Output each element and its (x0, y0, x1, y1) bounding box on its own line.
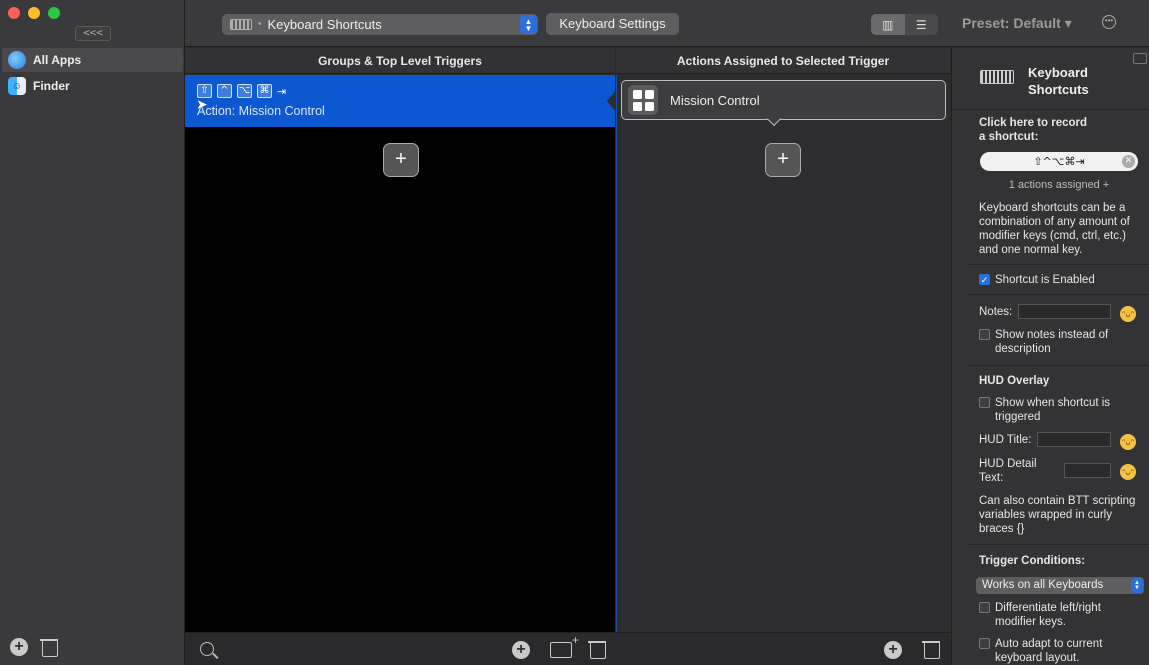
record-prompt: Click here to record a shortcut: (979, 117, 1088, 143)
minimize-window-button[interactable] (28, 7, 40, 19)
auto-adapt-layout-label: Auto adapt to current keyboard layout. (995, 638, 1103, 664)
actions-list: Mission Control + (616, 75, 950, 632)
triggers-list: ⇧ ^ ⌥ ⌘ ⇥ Action: Mission Control ➤ + (185, 75, 616, 632)
keyboard-settings-button[interactable]: Keyboard Settings (546, 13, 679, 35)
trigger-description: Action: Mission Control (197, 104, 325, 118)
sidebar-item-label: All Apps (33, 53, 82, 67)
add-folder-icon[interactable] (550, 633, 579, 658)
hud-section-title: HUD Overlay (979, 375, 1050, 387)
globe-icon (8, 51, 26, 69)
emoji-picker-icon[interactable]: ᵔᴗᵔ (1120, 306, 1136, 322)
triggers-column-header: Groups & Top Level Triggers (185, 48, 615, 74)
preset-menu[interactable]: Preset: Default ▾ (962, 15, 1072, 32)
add-action-button[interactable]: + (765, 143, 801, 177)
show-notes-checkbox[interactable] (979, 329, 990, 340)
hud-show-label: Show when shortcut is triggered (995, 397, 1111, 423)
show-notes-label: Show notes instead of description (995, 329, 1109, 355)
emoji-picker-icon[interactable]: ᵔᴗᵔ (1120, 434, 1136, 450)
command-key-icon: ⌘ (257, 84, 272, 98)
hud-detail-label: HUD Detail Text: (979, 458, 1037, 484)
differentiate-modifiers-label: Differentiate left/right modifier keys. (995, 602, 1101, 628)
keyboard-icon (230, 19, 252, 30)
hud-title-label: HUD Title: (979, 434, 1032, 446)
zoom-window-button[interactable] (48, 7, 60, 19)
columns-view-icon[interactable]: ▥ (871, 14, 905, 35)
trigger-row[interactable]: ⇧ ^ ⌥ ⌘ ⇥ Action: Mission Control ➤ (185, 75, 616, 127)
clear-shortcut-icon[interactable]: ✕ (1122, 155, 1135, 168)
conditions-section-title: Trigger Conditions: (979, 555, 1086, 567)
recorded-shortcut: ⇧^⌥⌘⇥ (1033, 155, 1085, 168)
delete-app-button[interactable] (40, 637, 58, 657)
app-sidebar: <<< All Apps ☺ Finder + (0, 0, 185, 665)
mission-control-icon (628, 85, 658, 115)
toolbar: • Keyboard Shortcuts ▲ ▼ Keyboard Setting… (185, 0, 1149, 47)
shortcut-help-text: Keyboard shortcuts can be a combination … (979, 202, 1130, 256)
action-label: Mission Control (670, 92, 760, 108)
sidebar-item-all-apps[interactable]: All Apps (2, 48, 183, 72)
emoji-picker-icon[interactable]: ᵔᴗᵔ (1120, 464, 1136, 480)
shortcut-enabled-checkbox[interactable]: ✓ (979, 274, 990, 285)
window-controls (8, 7, 60, 19)
notes-label: Notes: (979, 306, 1013, 318)
keyboard-condition-select[interactable]: Works on all Keyboards ▲ ▼ (976, 577, 1144, 594)
actions-column-header: Actions Assigned to Selected Trigger (616, 48, 950, 74)
add-action-small-button[interactable]: + (884, 641, 902, 659)
control-key-icon: ^ (217, 84, 232, 98)
divider (968, 264, 1149, 265)
action-card[interactable]: Mission Control (621, 80, 946, 120)
actions-assigned-link[interactable]: 1 actions assigned + (952, 179, 1149, 191)
scrollbar-thumb[interactable] (1133, 53, 1147, 64)
add-trigger-button[interactable]: + (383, 143, 419, 177)
divider (968, 365, 1149, 366)
collapse-sidebar-button[interactable]: <<< (75, 26, 111, 41)
notes-input[interactable] (1018, 304, 1111, 319)
auto-adapt-layout-checkbox[interactable] (979, 638, 990, 649)
scripting-help-text: Can also contain BTT scripting variables… (979, 495, 1136, 535)
hud-title-input[interactable] (1037, 432, 1111, 447)
delete-action-button[interactable] (922, 639, 940, 659)
inspector-title: Keyboard Shortcuts (1028, 65, 1089, 97)
add-trigger-small-button[interactable]: + (512, 641, 530, 659)
ellipsis-circle-icon[interactable]: ••• (1102, 15, 1116, 29)
add-app-button[interactable]: + (10, 638, 28, 656)
keyboard-icon (980, 70, 1014, 84)
sidebar-item-label: Finder (33, 79, 70, 93)
search-icon[interactable] (200, 642, 214, 656)
hud-detail-input[interactable] (1064, 463, 1111, 478)
chevron-updown-icon: ▲ ▼ (520, 15, 537, 34)
finder-icon: ☺ (8, 77, 26, 95)
sidebar-item-finder[interactable]: ☺ Finder (2, 74, 183, 98)
trigger-type-label: Keyboard Shortcuts (267, 17, 382, 32)
view-mode-segmented: ▥ ☰ (871, 14, 938, 35)
divider (968, 544, 1149, 545)
trigger-type-select[interactable]: • Keyboard Shortcuts ▲ ▼ (222, 14, 538, 35)
shortcut-recorder-field[interactable]: ⇧^⌥⌘⇥ ✕ (980, 152, 1138, 171)
list-view-icon[interactable]: ☰ (905, 14, 939, 35)
mouse-cursor-icon: ➤ (196, 96, 208, 112)
divider (968, 294, 1149, 295)
inspector-panel: Keyboard Shortcuts Click here to record … (951, 48, 1149, 665)
shortcut-keys: ⇧ ^ ⌥ ⌘ ⇥ (197, 84, 286, 98)
actions-bottom-bar: + (616, 632, 950, 665)
triggers-bottom-bar: + (185, 632, 615, 665)
tab-key-icon: ⇥ (277, 84, 287, 98)
chevron-updown-icon: ▲ ▼ (1131, 578, 1143, 593)
delete-trigger-button[interactable] (588, 639, 606, 659)
differentiate-modifiers-checkbox[interactable] (979, 602, 990, 613)
selection-notch (607, 90, 616, 112)
option-key-icon: ⌥ (237, 84, 252, 98)
inspector-header: Keyboard Shortcuts (952, 48, 1149, 110)
hud-show-checkbox[interactable] (979, 397, 990, 408)
close-window-button[interactable] (8, 7, 20, 19)
shortcut-enabled-label: Shortcut is Enabled (995, 274, 1095, 286)
